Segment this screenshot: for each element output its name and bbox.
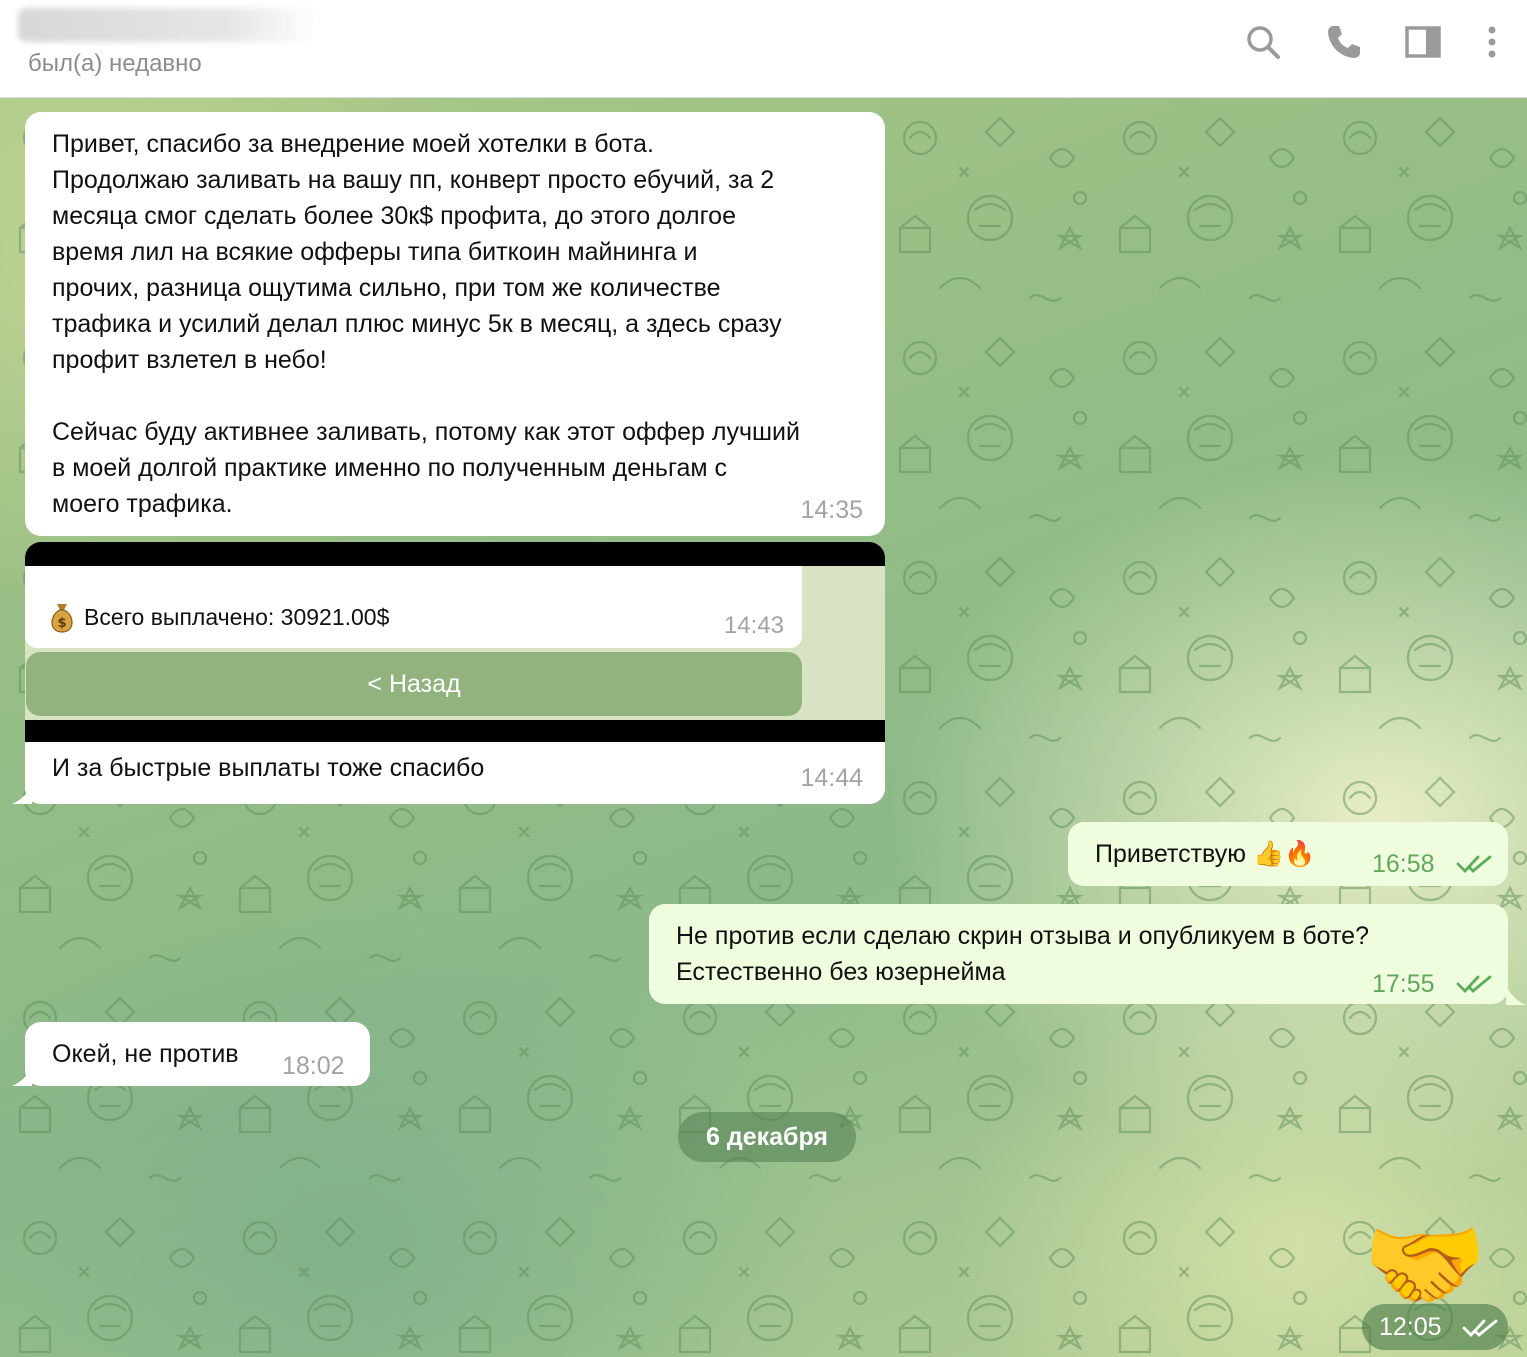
message-time: 14:43 bbox=[723, 612, 784, 639]
contact-status: был(а) недавно bbox=[28, 50, 202, 77]
redaction-bar-bottom bbox=[25, 720, 885, 742]
read-checks-icon bbox=[1462, 1319, 1498, 1338]
incoming-message[interactable]: И за быстрые выплаты тоже спасибо 14:44 bbox=[25, 742, 885, 804]
redaction-bar-top bbox=[25, 542, 885, 566]
message-text: Приветствую 👍🔥 bbox=[1095, 840, 1316, 868]
outgoing-message[interactable]: Не против если сделаю скрин отзыва и опу… bbox=[649, 904, 1508, 1004]
message-text: Окей, не против bbox=[52, 1040, 239, 1068]
chat-header: был(а) недавно bbox=[0, 0, 1527, 98]
incoming-message[interactable]: Привет, спасибо за внедрение моей хотелк… bbox=[25, 112, 885, 536]
date-separator: 6 декабря bbox=[678, 1112, 856, 1162]
message-text: Не против если сделаю скрин отзыва и опу… bbox=[676, 922, 1369, 986]
sidebar-toggle-icon[interactable] bbox=[1403, 22, 1443, 62]
read-checks-icon bbox=[1456, 855, 1492, 874]
message-time: 16:58 bbox=[1372, 850, 1435, 878]
bubble-tail bbox=[12, 1066, 32, 1086]
svg-text:$: $ bbox=[57, 616, 66, 631]
bubble-tail bbox=[1506, 985, 1526, 1005]
message-time: 17:55 bbox=[1372, 970, 1435, 998]
message-text: Привет, спасибо за внедрение моей хотелк… bbox=[52, 130, 800, 518]
message-time: 18:02 bbox=[282, 1052, 345, 1080]
more-vertical-icon[interactable] bbox=[1472, 22, 1512, 62]
search-icon[interactable] bbox=[1243, 22, 1283, 62]
bot-message-card: $ Всего выплачено: 30921.00$ 14:43 bbox=[25, 566, 802, 648]
read-checks-icon bbox=[1456, 975, 1492, 994]
message-time: 14:44 bbox=[800, 764, 863, 792]
message-text: И за быстрые выплаты тоже спасибо bbox=[52, 754, 485, 782]
money-bag-icon: $ bbox=[51, 604, 73, 633]
sticker-time-badge: 12:05 bbox=[1362, 1304, 1508, 1350]
incoming-message[interactable]: Окей, не против 18:02 bbox=[25, 1022, 370, 1086]
outgoing-message[interactable]: Приветствую 👍🔥 16:58 bbox=[1068, 822, 1508, 886]
message-time: 12:05 bbox=[1379, 1313, 1442, 1341]
bubble-tail bbox=[12, 784, 32, 804]
phone-icon[interactable] bbox=[1324, 22, 1364, 62]
message-time: 14:35 bbox=[800, 496, 863, 524]
back-button[interactable]: < Назад bbox=[26, 652, 802, 716]
total-paid-text: Всего выплачено: 30921.00$ bbox=[84, 604, 390, 630]
contact-name-blurred[interactable] bbox=[18, 8, 318, 42]
